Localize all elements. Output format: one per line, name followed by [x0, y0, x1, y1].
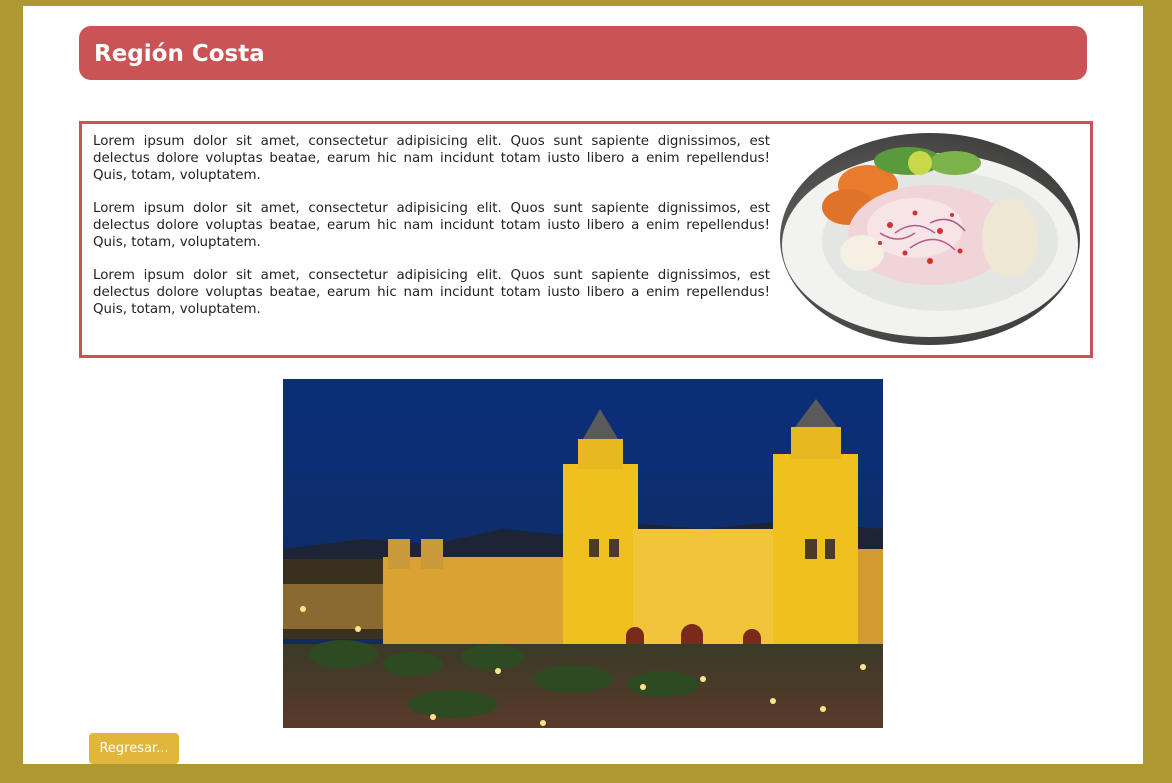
content-box: Lorem ipsum dolor sit amet, consectetur …: [79, 121, 1093, 358]
dish-illustration: [782, 147, 1078, 337]
page-container: Región Costa Lorem ipsum dolor sit amet,…: [23, 6, 1143, 764]
paragraph-2: Lorem ipsum dolor sit amet, consectetur …: [93, 201, 770, 250]
city-image: [283, 379, 883, 728]
paragraph-1: Lorem ipsum dolor sit amet, consectetur …: [93, 134, 770, 183]
text-column: Lorem ipsum dolor sit amet, consectetur …: [93, 133, 770, 334]
paragraph-3: Lorem ipsum dolor sit amet, consectetur …: [93, 268, 770, 317]
back-button[interactable]: Regresar...: [89, 733, 179, 764]
cathedral-illustration: [283, 379, 883, 728]
region-header-bar: Región Costa: [79, 26, 1087, 80]
page-title: Región Costa: [94, 41, 265, 67]
dish-image: [780, 133, 1080, 345]
